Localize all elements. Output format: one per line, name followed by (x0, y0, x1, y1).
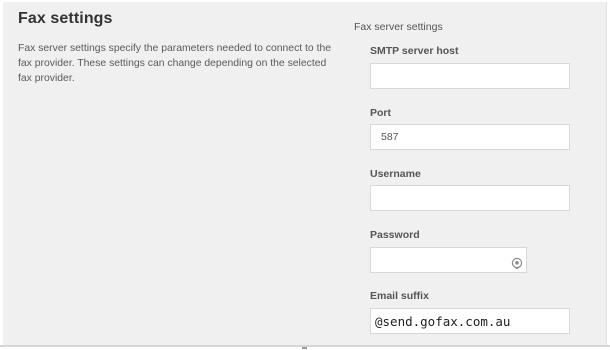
password-input[interactable] (370, 247, 527, 273)
fax-server-settings-title: Fax server settings (354, 21, 443, 33)
username-label: Username (370, 168, 421, 180)
smtp-server-host-input[interactable] (370, 63, 570, 89)
section-title: Fax settings (18, 10, 113, 27)
eye-icon[interactable] (511, 256, 523, 270)
email-suffix-label: Email suffix (370, 290, 429, 302)
port-label: Port (370, 107, 391, 119)
port-input[interactable] (370, 124, 570, 150)
email-suffix-input[interactable] (370, 308, 570, 334)
username-input[interactable] (370, 185, 570, 211)
fax-settings-panel: Fax settings Fax server settings specify… (3, 2, 607, 345)
scroll-indicator (302, 347, 307, 349)
section-description: Fax server settings specify the paramete… (18, 43, 332, 84)
password-label: Password (370, 229, 420, 241)
smtp-server-host-label: SMTP server host (370, 45, 459, 57)
